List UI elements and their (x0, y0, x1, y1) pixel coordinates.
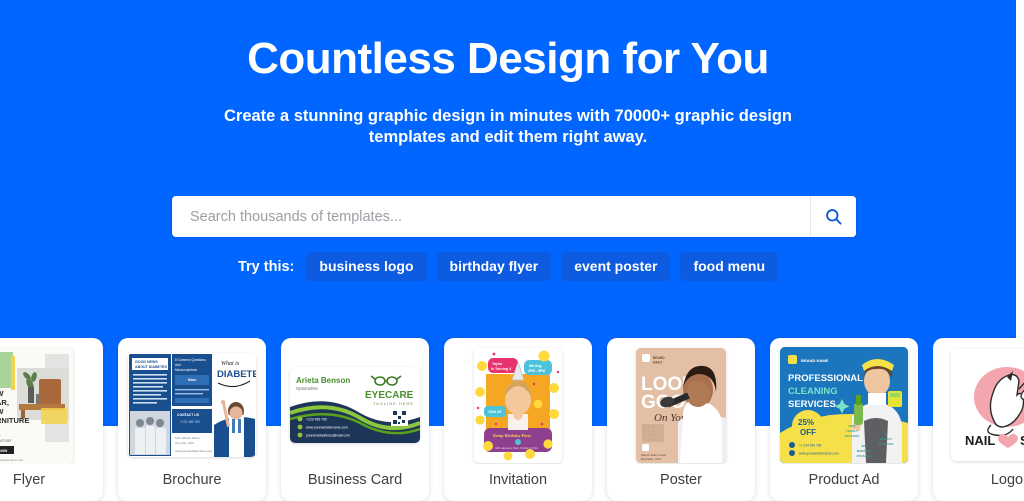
svg-text:123, What's Street: 123, What's Street (175, 436, 200, 440)
thumbnail-business-card: Arieta Benson Optometrist EYECARE TAGLIN… (288, 346, 422, 464)
category-card-product-ad[interactable]: BRAND NAME PROFESSIONAL CLEANING SERVICE… (770, 338, 918, 501)
svg-text:Arieta Benson: Arieta Benson (296, 376, 350, 385)
search-input[interactable] (172, 196, 810, 237)
svg-text:$350: $350 (849, 424, 856, 428)
svg-text:2PM - 5PM: 2PM - 5PM (528, 369, 545, 373)
svg-text:ABOUT DIABETES: ABOUT DIABETES (135, 365, 168, 369)
svg-text:SALON: SALON (1020, 433, 1024, 448)
svg-text:CLEANING: CLEANING (788, 386, 838, 397)
suggestion-chip-food-menu[interactable]: food menu (680, 252, 779, 281)
search-button[interactable] (810, 196, 856, 237)
page-root: Countless Design for You Create a stunni… (0, 0, 1024, 501)
category-card-invitation[interactable]: Taylor Is Turning 4 9th Aug 2PM - 5PM JO… (444, 338, 592, 501)
svg-text:Boyhawk, USA: Boyhawk, USA (641, 457, 661, 461)
thumbnail-logo: NAIL SALON (940, 346, 1024, 464)
svg-text:FURNITURE: FURNITURE (0, 416, 29, 425)
try-this-label: Try this: (237, 258, 295, 275)
category-card-business-card[interactable]: Arieta Benson Optometrist EYECARE TAGLIN… (281, 338, 429, 501)
svg-text:www.yourwebsitename.com: www.yourwebsitename.com (306, 425, 348, 429)
search-icon (824, 207, 843, 226)
search-bar[interactable] (172, 196, 856, 237)
svg-text:Taylor: Taylor (492, 362, 503, 366)
svg-text:9th Aug: 9th Aug (529, 364, 542, 368)
svg-text:YEAR,: YEAR, (0, 398, 9, 407)
svg-text:Any City, USA: Any City, USA (175, 441, 194, 445)
svg-text:WEEKLY: WEEKLY (880, 437, 893, 441)
hero-subtitle: Create a stunning graphic design in minu… (223, 107, 792, 146)
svg-text:CONTACT US: CONTACT US (177, 413, 200, 417)
svg-text:ON FURNITURE: ON FURNITURE (0, 439, 12, 443)
svg-text:Misconceptions: Misconceptions (175, 368, 197, 372)
svg-text:MONTHLY: MONTHLY (857, 449, 872, 453)
category-card-brochure[interactable]: GOOD NEWS ABOUT DIABETES 8 Common Questi… (118, 338, 266, 501)
thumbnail-product-ad: BRAND NAME PROFESSIONAL CLEANING SERVICE… (777, 346, 911, 464)
svg-text:25%: 25% (798, 418, 814, 427)
card-label: Poster (660, 472, 702, 488)
card-label: Product Ad (808, 472, 880, 488)
svg-text:+123 456 789: +123 456 789 (180, 420, 200, 424)
svg-text:PACKAGE: PACKAGE (845, 434, 860, 438)
card-label: Flyer (12, 472, 46, 488)
svg-text:50% OFF: 50% OFF (0, 434, 1, 438)
svg-text:EYECARE: EYECARE (365, 390, 414, 401)
svg-text:DAILY: DAILY (653, 360, 663, 364)
suggestion-chip-event-poster[interactable]: event poster (561, 252, 671, 281)
svg-text:BRAND: BRAND (653, 356, 665, 360)
svg-text:More: More (188, 378, 196, 382)
thumbnail-invitation: Taylor Is Turning 4 9th Aug 2PM - 5PM JO… (451, 346, 585, 464)
svg-text:Optometrist: Optometrist (296, 386, 318, 391)
svg-text:Is Turning 4: Is Turning 4 (491, 367, 511, 371)
svg-text:Kemp Birthday Party: Kemp Birthday Party (492, 433, 531, 438)
svg-text:PACKAGE: PACKAGE (857, 454, 872, 458)
svg-text:SHOP NOW: SHOP NOW (0, 449, 8, 453)
svg-text:GOOD NEWS: GOOD NEWS (135, 360, 158, 364)
card-label: Brochure (162, 472, 222, 488)
card-label: Business Card (307, 472, 403, 488)
svg-text:What is: What is (221, 361, 240, 367)
svg-text:OFF: OFF (800, 428, 816, 437)
suggestion-chip-birthday-flyer[interactable]: birthday flyer (436, 252, 552, 281)
thumbnail-flyer: NEW YEAR, NEW FURNITURE UP TO 50% OFF ON… (0, 346, 96, 464)
category-card-poster[interactable]: BRAND DAILY LOOK GOOD On You Mauch Eden … (607, 338, 755, 501)
svg-text:www.yourwebsitename.com: www.yourwebsitename.com (175, 449, 213, 453)
card-label: Logo (990, 472, 1024, 488)
page-title: Countless Design for You (247, 34, 769, 83)
svg-text:DIABETES ?: DIABETES ? (217, 369, 256, 380)
thumbnail-brochure: GOOD NEWS ABOUT DIABETES 8 Common Questi… (125, 346, 259, 464)
svg-text:PACKAGE: PACKAGE (879, 442, 894, 446)
svg-text:$80: $80 (861, 444, 866, 448)
svg-text:NAIL: NAIL (965, 433, 995, 448)
svg-text:www.yourwebsitename.com: www.yourwebsitename.com (799, 451, 839, 455)
svg-text:youremailaddress@mail.com: youremailaddress@mail.com (306, 433, 350, 437)
svg-text:JOIN US: JOIN US (488, 410, 502, 414)
svg-text:+1 234 546 789: +1 234 546 789 (799, 443, 821, 447)
svg-text:PROFESSIONAL: PROFESSIONAL (788, 373, 863, 384)
svg-text:BRAND NAME: BRAND NAME (801, 358, 829, 363)
svg-text:8 Common Questions: 8 Common Questions (175, 358, 206, 362)
category-card-flyer[interactable]: NEW YEAR, NEW FURNITURE UP TO 50% OFF ON… (0, 338, 103, 501)
svg-text:And: And (175, 363, 181, 367)
suggestion-row: Try this: business logo birthday flyer e… (0, 252, 1016, 281)
svg-text:SERVICES: SERVICES (788, 399, 836, 410)
category-card-logo[interactable]: NAIL SALON Logo (933, 338, 1024, 501)
card-label: Invitation (488, 472, 548, 488)
svg-text:www.yourwebsitename.com: www.yourwebsitename.com (0, 458, 24, 462)
thumbnail-poster: BRAND DAILY LOOK GOOD On You Mauch Eden … (614, 346, 748, 464)
svg-text:TAGLINE HERE: TAGLINE HERE (373, 401, 414, 406)
svg-text:+123 456 789: +123 456 789 (306, 417, 327, 421)
category-card-rail[interactable]: NEW YEAR, NEW FURNITURE UP TO 50% OFF ON… (0, 338, 1024, 501)
svg-text:$0: $0 (884, 432, 888, 436)
suggestion-chip-business-logo[interactable]: business logo (306, 252, 427, 281)
svg-text:YEARLY: YEARLY (846, 429, 858, 433)
